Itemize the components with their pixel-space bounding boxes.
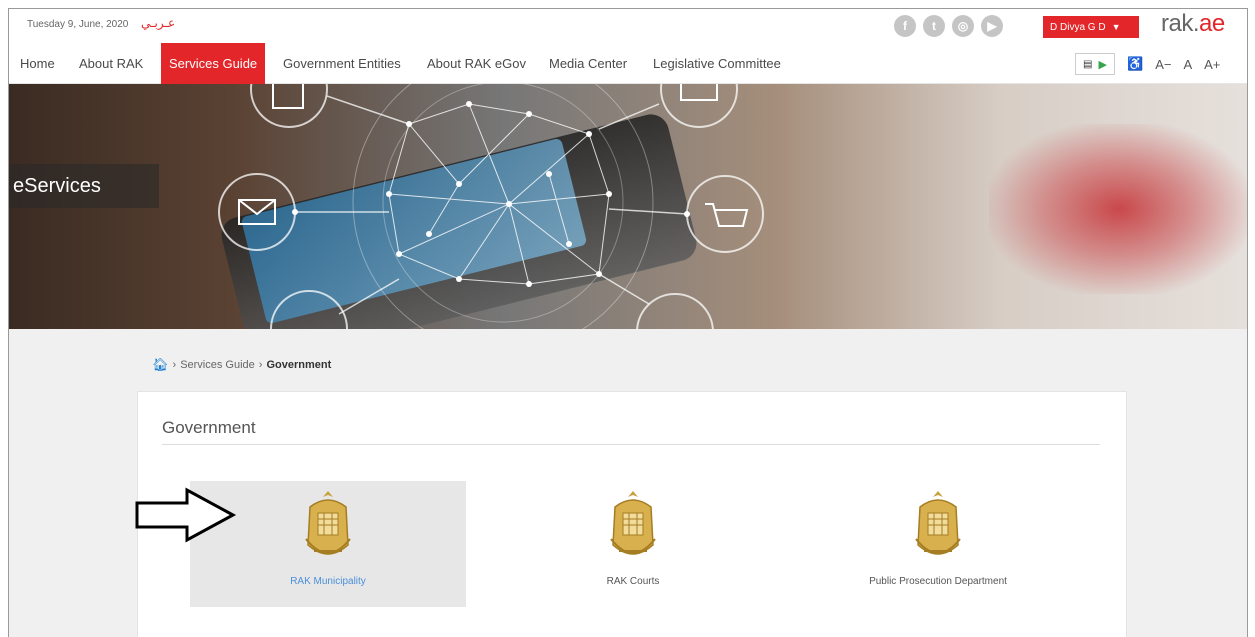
hero-title: eServices <box>9 164 159 208</box>
social-links: f t ◎ ▶ <box>894 15 1003 37</box>
home-icon[interactable]: 🏠︎ <box>152 357 169 373</box>
entity-name: Public Prosecution Department <box>869 576 1007 587</box>
section-title: Government <box>162 418 256 437</box>
nav-about-rak-egov[interactable]: About RAK eGov <box>419 43 534 84</box>
nav-legislative-committee[interactable]: Legislative Committee <box>645 43 789 84</box>
play-icon: ▶ <box>1098 58 1107 71</box>
section-divider <box>162 444 1100 445</box>
entity-card-public-prosecution[interactable]: Public Prosecution Department <box>800 481 1076 607</box>
main-nav: Home About RAK Services Guide Government… <box>9 43 1247 84</box>
youtube-icon[interactable]: ▶ <box>981 15 1003 37</box>
font-increase-button[interactable]: A+ <box>1204 57 1220 72</box>
browser-frame: Tuesday 9, June, 2020 عـربـي f t ◎ ▶ D D… <box>8 8 1248 637</box>
hero-network-graphic <box>218 84 764 329</box>
rak-emblem-icon <box>610 491 656 555</box>
accessibility-icon[interactable]: ♿ <box>1127 56 1143 72</box>
government-card: Government RAK Municipality RAK Courts P… <box>137 391 1127 637</box>
breadcrumb-current: Government <box>266 359 332 371</box>
top-bar: Tuesday 9, June, 2020 عـربـي f t ◎ ▶ D D… <box>9 9 1247 43</box>
instagram-icon[interactable]: ◎ <box>952 15 974 37</box>
entity-name: RAK Courts <box>606 576 660 587</box>
caret-down-icon: ▼ <box>1111 22 1121 32</box>
language-switch-link[interactable]: عـربـي <box>141 16 175 30</box>
rak-logo[interactable]: rak.ae <box>1161 10 1225 38</box>
rak-emblem-icon <box>305 491 351 555</box>
annotation-arrow-icon <box>135 487 237 543</box>
breadcrumb: 🏠︎ › Services Guide › Government <box>152 357 331 373</box>
document-icon: ▤ <box>1083 58 1093 70</box>
breadcrumb-services-guide[interactable]: Services Guide <box>180 359 255 371</box>
read-aloud-button[interactable]: ▤ ▶ <box>1075 53 1115 75</box>
current-date: Tuesday 9, June, 2020 <box>27 19 129 30</box>
accessibility-tools: ▤ ▶ ♿ A− A A+ <box>1075 53 1220 75</box>
facebook-icon[interactable]: f <box>894 15 916 37</box>
nav-home[interactable]: Home <box>12 43 63 84</box>
font-reset-button[interactable]: A <box>1183 57 1192 72</box>
breadcrumb-separator: › <box>258 359 263 371</box>
nav-services-guide[interactable]: Services Guide <box>161 43 266 84</box>
breadcrumb-separator: › <box>172 359 177 371</box>
entity-card-rak-courts[interactable]: RAK Courts <box>495 481 771 607</box>
nav-about-rak[interactable]: About RAK <box>71 43 151 84</box>
twitter-icon[interactable]: t <box>923 15 945 37</box>
user-menu-button[interactable]: D Divya G D ▼ <box>1043 16 1139 38</box>
logo-accent-text: ae <box>1199 10 1225 37</box>
nav-government-entities[interactable]: Government Entities <box>275 43 409 84</box>
logo-text: rak. <box>1161 10 1200 37</box>
entity-name: RAK Municipality <box>290 576 366 587</box>
hero-banner: eServices <box>9 84 1247 329</box>
rak-emblem-icon <box>915 491 961 555</box>
user-name: D Divya G D <box>1050 21 1106 33</box>
font-decrease-button[interactable]: A− <box>1155 57 1171 72</box>
nav-media-center[interactable]: Media Center <box>541 43 635 84</box>
